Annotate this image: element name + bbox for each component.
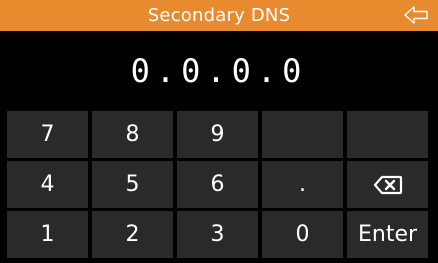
- key-1[interactable]: 1: [7, 211, 88, 258]
- key-6[interactable]: 6: [177, 161, 258, 208]
- back-arrow-icon: [404, 6, 428, 24]
- backspace-icon: [373, 175, 402, 194]
- key-4[interactable]: 4: [7, 161, 88, 208]
- enter-button[interactable]: Enter: [347, 211, 428, 258]
- key-blank-2: [347, 111, 428, 158]
- backspace-button[interactable]: [347, 161, 428, 208]
- title-bar: Secondary DNS: [0, 0, 438, 31]
- numeric-keypad: 7 8 9 4 5 6 . 1 2 3 0 Enter: [7, 111, 431, 258]
- key-5[interactable]: 5: [92, 161, 173, 208]
- key-9[interactable]: 9: [177, 111, 258, 158]
- value-display: 0.0.0.0: [0, 31, 438, 111]
- key-blank-1: [262, 111, 343, 158]
- key-8[interactable]: 8: [92, 111, 173, 158]
- dns-input-screen: Secondary DNS 0.0.0.0 7 8 9 4 5 6 . 1 2 …: [0, 0, 438, 263]
- key-7[interactable]: 7: [7, 111, 88, 158]
- back-button[interactable]: [402, 4, 430, 26]
- key-0[interactable]: 0: [262, 211, 343, 258]
- key-2[interactable]: 2: [92, 211, 173, 258]
- page-title: Secondary DNS: [147, 5, 291, 26]
- key-3[interactable]: 3: [177, 211, 258, 258]
- dns-value: 0.0.0.0: [130, 52, 308, 90]
- key-dot[interactable]: .: [262, 161, 343, 208]
